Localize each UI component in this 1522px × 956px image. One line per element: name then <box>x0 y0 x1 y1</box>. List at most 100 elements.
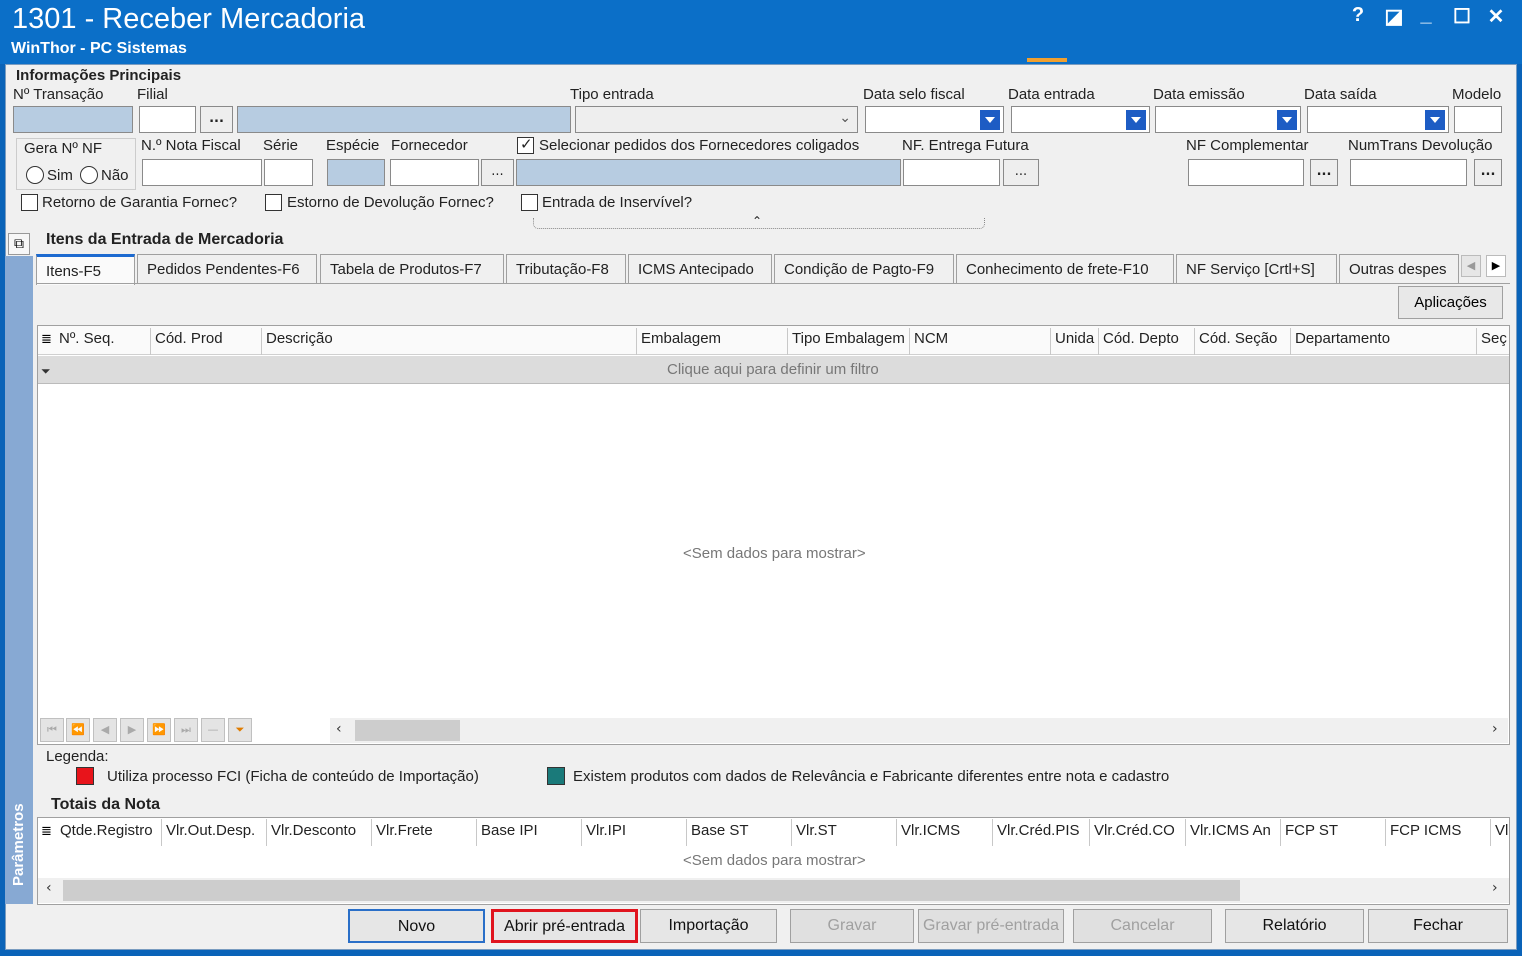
minimize-icon[interactable]: _ <box>1412 4 1440 30</box>
tab-pedidos-pendentes[interactable]: Pedidos Pendentes-F6 <box>137 254 317 284</box>
close-icon[interactable]: ✕ <box>1482 4 1510 30</box>
data-saida-field[interactable] <box>1307 106 1449 133</box>
checkbox-selecionar-pedidos[interactable]: ✓ <box>517 135 534 154</box>
totais-scroll-right-icon[interactable]: › <box>1492 880 1498 896</box>
col-base-ipi[interactable]: Base IPI <box>481 822 538 839</box>
numtrans-devolucao-lookup-button[interactable]: ... <box>1474 159 1502 186</box>
col-vlr-out-desp[interactable]: Vlr.Out.Desp. <box>166 822 255 839</box>
col-cod-depto[interactable]: Cód. Depto <box>1103 330 1179 347</box>
parametros-sidebar[interactable]: Parâmetros <box>5 256 33 904</box>
nav-last-icon[interactable]: ⏭ <box>174 718 198 742</box>
nav-delete-icon[interactable]: — <box>201 718 225 742</box>
gravar-pre-entrada-button[interactable]: Gravar pré-entrada <box>918 909 1064 943</box>
col-departamento[interactable]: Departamento <box>1295 330 1390 347</box>
window-toggle-icon[interactable]: ⧉ <box>8 233 30 255</box>
col-unidade[interactable]: Unida <box>1055 330 1094 347</box>
col-cod-secao[interactable]: Cód. Seção <box>1199 330 1277 347</box>
col-vlr-ipi[interactable]: Vlr.IPI <box>586 822 626 839</box>
col-ncm[interactable]: NCM <box>914 330 948 347</box>
scroll-right-icon[interactable]: › <box>1492 721 1498 737</box>
maximize-icon[interactable]: ☐ <box>1448 4 1476 30</box>
date-dropdown-icon[interactable] <box>1277 110 1297 130</box>
col-n-seq[interactable]: Nº. Seq. <box>59 330 115 347</box>
nav-prev-icon[interactable]: ◀ <box>93 718 117 742</box>
checkbox-estorno-devolucao[interactable] <box>265 194 282 211</box>
abrir-pre-entrada-button[interactable]: Abrir pré-entrada <box>491 909 638 943</box>
tab-tributacao[interactable]: Tributação-F8 <box>506 254 626 284</box>
radio-nao[interactable] <box>80 166 98 184</box>
horizontal-scrollbar[interactable] <box>330 718 1508 743</box>
nf-entrega-futura-lookup-button[interactable]: ... <box>1003 159 1039 186</box>
col-tipo-embalagem[interactable]: Tipo Embalagem <box>792 330 905 347</box>
modelo-field[interactable] <box>1454 106 1502 133</box>
col-vlr-st[interactable]: Vlr.ST <box>796 822 837 839</box>
totais-scroll-left-icon[interactable]: ‹ <box>46 880 52 896</box>
fechar-button[interactable]: Fechar <box>1368 909 1508 943</box>
column-chooser-icon[interactable]: ≣ <box>41 332 52 347</box>
aplicacoes-button[interactable]: Aplicações <box>1398 286 1503 319</box>
col-descricao[interactable]: Descrição <box>266 330 333 347</box>
col-vlr-cred-cofins[interactable]: Vlr.Créd.CO <box>1094 822 1175 839</box>
scroll-left-icon[interactable]: ‹ <box>336 721 342 737</box>
novo-button[interactable]: Novo <box>348 909 485 943</box>
checkbox-entrada-inservivel[interactable] <box>521 194 538 211</box>
help-icon[interactable]: ? <box>1344 4 1372 30</box>
col-qtde-registro[interactable]: Qtde.Registro <box>60 822 158 839</box>
col-vlr-icms[interactable]: Vlr.ICMS <box>901 822 960 839</box>
nf-complementar-lookup-button[interactable]: ... <box>1310 159 1338 186</box>
tab-conhecimento-frete[interactable]: Conhecimento de frete-F10 <box>956 254 1174 284</box>
tipo-entrada-select[interactable]: ⌄ <box>575 106 858 133</box>
scroll-thumb[interactable] <box>355 720 460 741</box>
filial-field[interactable] <box>139 106 196 133</box>
filter-hint[interactable]: Clique aqui para definir um filtro <box>667 361 879 378</box>
tab-icms-antecipado[interactable]: ICMS Antecipado <box>628 254 772 284</box>
col-vlr-cred-pis[interactable]: Vlr.Créd.PIS <box>997 822 1080 839</box>
col-cod-prod[interactable]: Cód. Prod <box>155 330 223 347</box>
col-fcp-icms[interactable]: FCP ICMS <box>1390 822 1461 839</box>
tab-outras-despesas[interactable]: Outras despes <box>1339 254 1459 284</box>
relatorio-button[interactable]: Relatório <box>1225 909 1364 943</box>
totais-scroll-thumb[interactable] <box>63 880 1240 901</box>
tab-nf-servico[interactable]: NF Serviço [Crtl+S] <box>1176 254 1337 284</box>
fornecedor-field[interactable] <box>390 159 479 186</box>
nav-next-icon[interactable]: ▶ <box>120 718 144 742</box>
nf-entrega-futura-field[interactable] <box>903 159 1000 186</box>
col-vlr-frete[interactable]: Vlr.Frete <box>376 822 433 839</box>
numtrans-devolucao-field[interactable] <box>1350 159 1467 186</box>
nav-filter-icon[interactable]: ⏷ <box>228 718 252 742</box>
tab-scroll-left-icon[interactable]: ◀ <box>1461 255 1481 277</box>
tab-scroll-right-icon[interactable]: ▶ <box>1486 255 1506 277</box>
nav-next-page-icon[interactable]: ⏩ <box>147 718 171 742</box>
data-emissao-field[interactable] <box>1155 106 1301 133</box>
nota-fiscal-field[interactable] <box>142 159 262 186</box>
gravar-button[interactable]: Gravar <box>790 909 914 943</box>
data-selo-fiscal-field[interactable] <box>865 106 1004 133</box>
tab-itens[interactable]: Itens-F5 <box>36 254 135 285</box>
nav-prev-page-icon[interactable]: ⏪ <box>66 718 90 742</box>
radio-sim[interactable] <box>26 166 44 184</box>
importacao-button[interactable]: Importação <box>640 909 777 943</box>
data-entrada-field[interactable] <box>1011 106 1150 133</box>
totais-column-chooser-icon[interactable]: ≣ <box>41 824 52 839</box>
fornecedor-lookup-button[interactable]: ... <box>481 159 514 186</box>
serie-field[interactable] <box>264 159 313 186</box>
col-vl[interactable]: Vl <box>1495 822 1508 839</box>
col-vlr-icms-antecipado[interactable]: Vlr.ICMS An <box>1190 822 1278 839</box>
col-embalagem[interactable]: Embalagem <box>641 330 721 347</box>
col-vlr-desconto[interactable]: Vlr.Desconto <box>271 822 356 839</box>
col-secao[interactable]: Seç <box>1481 330 1508 347</box>
filter-icon[interactable]: ⏷ <box>41 364 51 379</box>
restore-icon[interactable]: ◪ <box>1380 4 1408 30</box>
cancelar-button[interactable]: Cancelar <box>1073 909 1212 943</box>
col-base-st[interactable]: Base ST <box>691 822 749 839</box>
date-dropdown-icon[interactable] <box>1126 110 1146 130</box>
tab-tabela-produtos[interactable]: Tabela de Produtos-F7 <box>320 254 504 284</box>
filial-lookup-button[interactable]: ... <box>200 106 233 133</box>
checkbox-retorno-garantia[interactable] <box>21 194 38 211</box>
n-transacao-field[interactable] <box>13 106 133 133</box>
nf-complementar-field[interactable] <box>1188 159 1304 186</box>
date-dropdown-icon[interactable] <box>1425 110 1445 130</box>
chevron-up-icon[interactable]: ⌃ <box>752 214 762 228</box>
collapse-splitter[interactable]: ⌃ <box>533 214 985 229</box>
date-dropdown-icon[interactable] <box>980 110 1000 130</box>
